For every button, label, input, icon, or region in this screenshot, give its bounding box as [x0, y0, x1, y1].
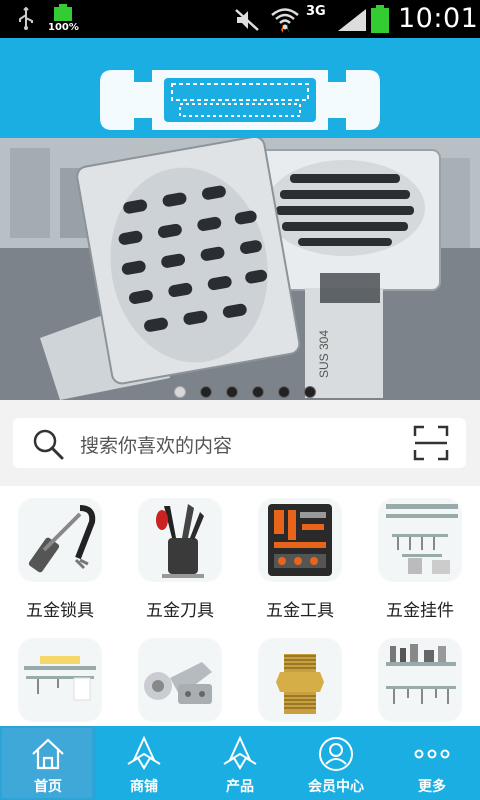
- network-type: 3G: [306, 4, 326, 19]
- knife-icon: [138, 498, 222, 582]
- nav-shop[interactable]: 商铺: [96, 726, 192, 800]
- product-icon: [223, 735, 257, 770]
- rack-icon: [378, 498, 462, 582]
- category-label: 五金工具: [266, 601, 334, 621]
- category-tools[interactable]: 五金工具: [240, 486, 360, 621]
- category-knife[interactable]: 五金刀具: [120, 486, 240, 621]
- kitchen-rack-icon: [378, 638, 462, 722]
- bottom-nav: 首页 商铺 产品 会员中心 更多: [0, 726, 480, 800]
- wrench-logo[interactable]: [100, 68, 380, 134]
- status-bar: 100% 3G 10:01: [0, 0, 480, 38]
- nav-label: 更多: [418, 779, 446, 795]
- nav-more[interactable]: 更多: [384, 726, 480, 800]
- category-label: 五金锁具: [26, 601, 94, 621]
- wifi-icon: [271, 8, 299, 33]
- category-label: 五金刀具: [146, 601, 214, 621]
- carousel-dot[interactable]: [252, 386, 264, 398]
- nav-label: 首页: [34, 779, 62, 795]
- more-icon: [414, 749, 450, 759]
- search-bar[interactable]: 搜索你喜欢的内容: [13, 418, 466, 468]
- shop-icon: [127, 735, 161, 770]
- drain-product-image: SUS 304: [0, 138, 480, 400]
- engraving-text: SUS 304: [317, 330, 331, 378]
- nav-member[interactable]: 会员中心: [288, 726, 384, 800]
- hinge-icon: [138, 638, 222, 722]
- category-label: 五金挂件: [386, 601, 454, 621]
- member-icon: [319, 737, 353, 771]
- search-icon[interactable]: [31, 427, 65, 461]
- carousel-dot[interactable]: [304, 386, 316, 398]
- category-rack[interactable]: 五金挂件: [360, 486, 480, 621]
- mute-icon: [235, 9, 259, 31]
- app-header: [0, 38, 480, 138]
- search-input[interactable]: 搜索你喜欢的内容: [80, 431, 232, 458]
- nav-label: 商铺: [130, 779, 158, 795]
- search-section: 搜索你喜欢的内容: [0, 400, 480, 485]
- nav-label: 产品: [226, 779, 254, 795]
- signal-icon: [338, 9, 366, 31]
- usb-icon: [19, 7, 33, 30]
- category-grid: 五金锁具 五金刀具 五金工具 五金挂件: [0, 486, 480, 726]
- battery-icon: [371, 5, 389, 33]
- nav-label: 会员中心: [308, 779, 364, 795]
- battery-percent: 100%: [48, 22, 79, 33]
- home-icon: [32, 738, 64, 770]
- clock: 10:01: [398, 3, 479, 34]
- towel-rack-icon: [18, 638, 102, 722]
- carousel-dot[interactable]: [174, 386, 186, 398]
- carousel-dot[interactable]: [200, 386, 212, 398]
- carousel-dots: [170, 386, 320, 400]
- nav-product[interactable]: 产品: [192, 726, 288, 800]
- category-lock[interactable]: 五金锁具: [0, 486, 120, 621]
- lock-icon: [18, 498, 102, 582]
- toolbox-icon: [258, 498, 342, 582]
- carousel-dot[interactable]: [226, 386, 238, 398]
- nav-home[interactable]: 首页: [0, 726, 96, 800]
- banner-carousel[interactable]: SUS 304: [0, 138, 480, 400]
- pipe-fitting-icon: [258, 638, 342, 722]
- scan-icon[interactable]: [413, 425, 449, 461]
- carousel-dot[interactable]: [278, 386, 290, 398]
